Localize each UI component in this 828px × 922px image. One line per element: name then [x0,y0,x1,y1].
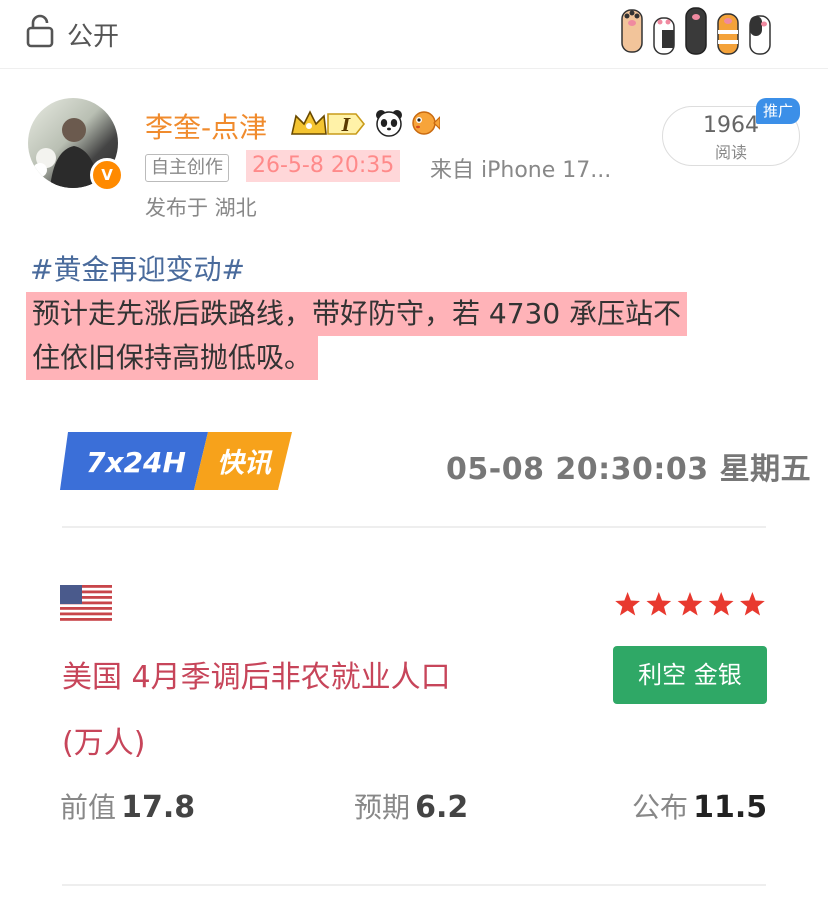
top-bar: 公开 [0,0,828,69]
post-device: 来自 iPhone 17... [430,158,612,183]
cat-paws-decoration [621,7,771,55]
self-created-tag: 自主创作 [145,154,229,182]
importance-stars [615,592,765,616]
previous-label: 前值 [60,791,117,824]
impact-tag: 利空 金银 [613,646,767,704]
post-text-line-2: 住依旧保持高抛低吸。 [26,336,319,380]
forecast-value-stat: 预期 6.2 [354,786,468,826]
post-time: 26-5-8 20:35 [246,150,401,182]
flash-datetime: 05-08 20:30:03 星期五 [446,452,812,487]
divider [62,884,766,886]
lock-icon [26,14,54,48]
hashtag-link[interactable]: #黄金再迎变动# [30,248,245,288]
badge-247-text: 7x24H [86,446,186,479]
star-icon [646,592,672,616]
star-icon [615,592,640,616]
crown-badge-icon[interactable]: I [290,108,370,140]
actual-label: 公布 [632,791,689,824]
news-headline: 美国 4月季调后非农就业人口 [62,660,451,695]
us-flag-icon [60,585,112,621]
promo-tag: 推广 [756,98,800,124]
post-location: 发布于 湖北 [145,196,257,220]
previous-value-stat: 前值 17.8 [60,786,195,826]
flash-news-badge: 7x24H 快讯 [60,432,292,490]
star-icon [740,592,765,616]
level-badge-text: I [341,115,351,136]
post-text-line-1: 预计走先涨后跌路线，带好防守，若 4730 承压站不 [26,292,688,336]
visibility-button[interactable]: 公开 [67,16,119,53]
highlighted-text: 住依旧保持高抛低吸。 [26,336,319,380]
divider [62,526,766,528]
forecast-value: 6.2 [415,790,469,825]
author-name[interactable]: 李奎-点津 [145,106,267,146]
actual-value-stat: 公布 11.5 [632,786,767,826]
verified-badge: V [90,158,124,192]
star-icon [677,592,703,616]
news-headline-unit: (万人) [62,726,146,761]
forecast-label: 预期 [354,791,411,824]
highlighted-text: 预计走先涨后跌路线，带好防守，若 4730 承压站不 [26,292,688,336]
pufferfish-icon[interactable] [410,108,440,138]
panda-icon[interactable] [374,108,404,138]
star-icon [708,592,734,616]
read-label: 阅读 [714,143,747,162]
badge-flash-text: 快讯 [217,448,273,479]
actual-value: 11.5 [693,790,768,825]
previous-value: 17.8 [121,790,196,825]
